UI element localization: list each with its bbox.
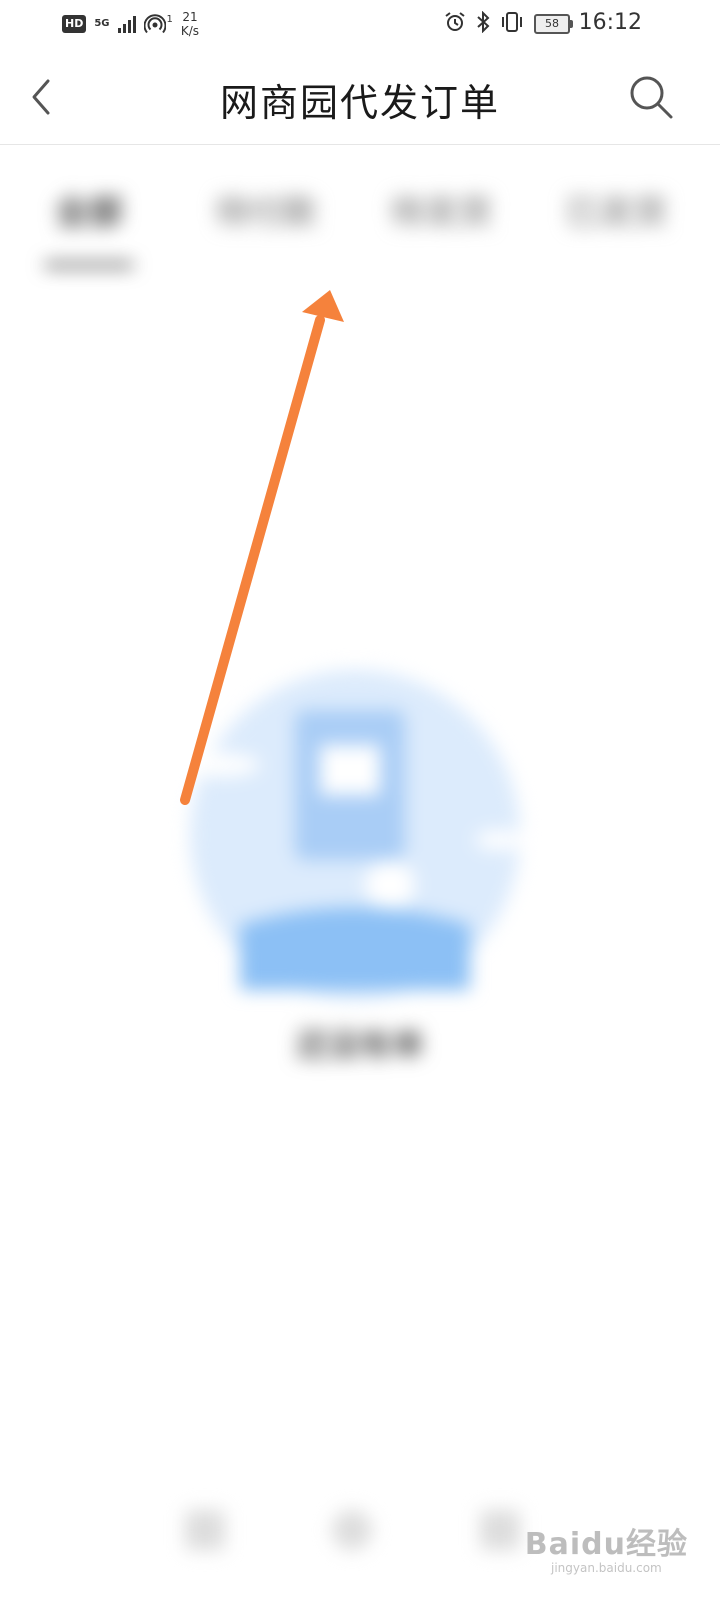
watermark-brand: Baidu经验 xyxy=(524,1527,688,1562)
vibrate-icon xyxy=(500,11,524,37)
empty-orders-illustration xyxy=(180,670,525,1000)
bluetooth-icon xyxy=(476,10,490,37)
hotspot-count: 1 xyxy=(166,14,173,25)
nav-recents-icon[interactable] xyxy=(480,1510,520,1550)
status-bar: HD 5G 1 21 K/s 58 16:12 xyxy=(0,0,720,48)
watermark-url: jingyan.baidu.com xyxy=(551,1561,662,1575)
tab-pending-payment[interactable]: 待付款 xyxy=(215,185,317,234)
network-speed: 21 K/s xyxy=(181,10,199,38)
blurred-content: 全部 待付款 待发货 已发货 还没有单 xyxy=(0,145,720,1600)
active-tab-indicator xyxy=(44,262,134,268)
speed-value: 21 xyxy=(182,10,198,24)
page-title: 网商园代发订单 xyxy=(219,81,500,125)
order-tabs: 全部 待付款 待发货 已发货 xyxy=(0,170,720,268)
hd-badge: HD xyxy=(62,15,87,33)
alarm-icon xyxy=(444,11,466,37)
baidu-watermark: Baidu经验 jingyan.baidu.com xyxy=(525,1519,688,1575)
tab-all[interactable]: 全部 xyxy=(55,185,123,234)
nav-back-icon[interactable] xyxy=(185,1510,225,1550)
nav-home-icon[interactable] xyxy=(332,1510,372,1550)
speed-unit: K/s xyxy=(180,24,200,38)
tab-pending-shipment[interactable]: 待发货 xyxy=(390,185,492,234)
hotspot-icon: 1 xyxy=(143,14,173,34)
status-left: HD 5G 1 21 K/s xyxy=(62,10,199,38)
signal-icon xyxy=(117,15,136,33)
search-icon xyxy=(630,76,673,119)
tab-shipped[interactable]: 已发货 xyxy=(565,185,667,234)
status-right: 58 xyxy=(444,10,573,37)
clock: 16:12 xyxy=(578,10,642,35)
app-header: 网商园代发订单 xyxy=(0,48,720,145)
battery-icon: 58 xyxy=(534,14,573,34)
search-button[interactable] xyxy=(628,74,674,120)
empty-state-text: 还没有单 xyxy=(295,1026,424,1064)
network-type: 5G xyxy=(94,18,110,29)
